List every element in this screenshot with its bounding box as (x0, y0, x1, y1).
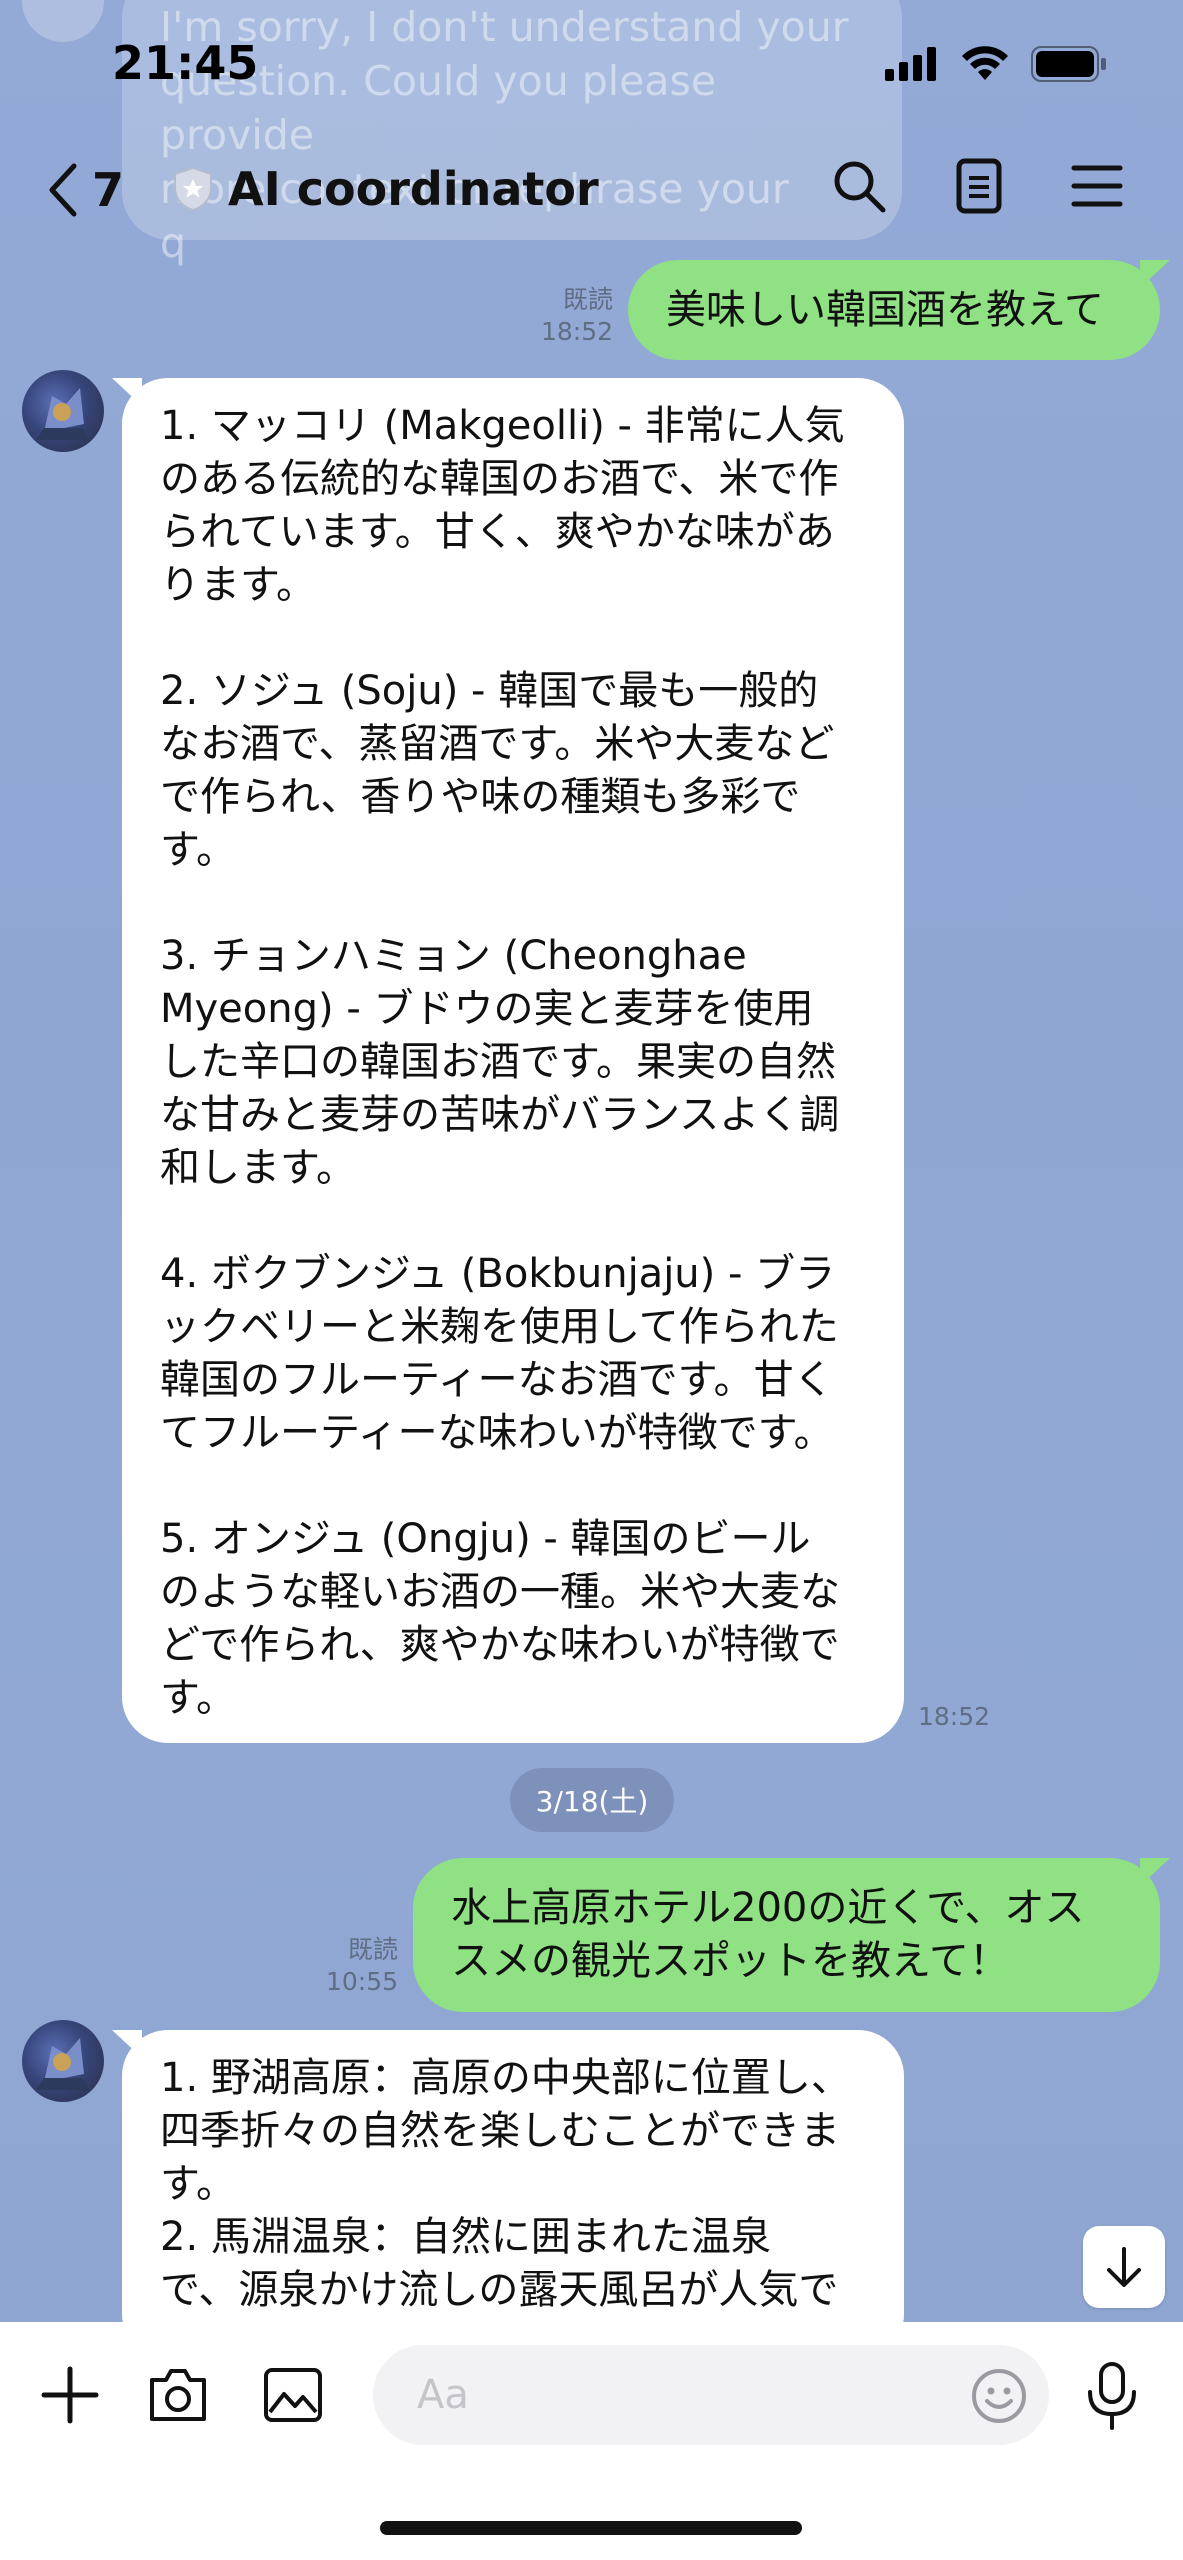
header-actions (831, 158, 1123, 214)
plus-icon[interactable] (40, 2365, 100, 2425)
read-receipt: 既読 (347, 1935, 398, 1964)
chat-title-text: AI coordinator (228, 162, 599, 216)
unread-count: 7 (92, 163, 125, 217)
signal-icon (885, 47, 936, 81)
outgoing-message[interactable]: 水上高原ホテル200の近くで、オス スメの観光スポットを教えて！ (413, 1858, 1160, 2012)
back-chevron-icon (49, 163, 77, 217)
avatar[interactable] (22, 370, 104, 452)
battery-icon (1031, 46, 1106, 82)
ghost-avatar (22, 0, 104, 42)
status-time: 21:45 (112, 36, 259, 90)
message-input-field[interactable] (373, 2345, 1049, 2445)
mic-icon[interactable] (1082, 2360, 1142, 2432)
camera-icon[interactable] (146, 2366, 210, 2424)
back-button[interactable]: 7 (46, 162, 124, 218)
avatar-image (36, 2038, 90, 2090)
official-shield-icon (174, 166, 212, 212)
read-receipt: 既読 (562, 285, 613, 314)
message-time: 18:52 (540, 317, 613, 346)
wifi-icon (962, 46, 1008, 80)
bubble-tail (1140, 1858, 1170, 1886)
message-time: 18:52 (918, 1702, 991, 1731)
message-input[interactable] (415, 2371, 939, 2419)
scroll-down-button[interactable] (1083, 2226, 1165, 2308)
chat-title[interactable]: AI coordinator (172, 162, 599, 216)
avatar[interactable] (22, 2020, 104, 2102)
incoming-message[interactable]: 1. 野湖高原：高原の中央部に位置し、 四季折々の自然を楽しむことができま す。… (122, 2030, 904, 2360)
notes-icon[interactable] (955, 158, 1003, 214)
ghost-message-text: I'm sorry, I don't understand your quest… (160, 3, 849, 267)
home-indicator (380, 2521, 802, 2535)
menu-icon[interactable] (1071, 163, 1123, 209)
message-time: 10:55 (325, 1967, 398, 1996)
bubble-tail (1140, 260, 1170, 288)
scroll-down-icon (1107, 2247, 1141, 2287)
search-icon[interactable] (831, 158, 887, 214)
incoming-message[interactable]: 1. マッコリ (Makgeolli) - 非常に人気 のある伝統的な韓国のお酒… (122, 378, 904, 1743)
image-icon[interactable] (262, 2366, 324, 2424)
status-icons (885, 46, 1107, 82)
avatar-image (36, 388, 90, 440)
outgoing-message[interactable]: 美味しい韓国酒を教えて (628, 260, 1160, 360)
date-separator: 3/18(土) (510, 1768, 674, 1832)
emoji-icon[interactable] (970, 2367, 1028, 2425)
